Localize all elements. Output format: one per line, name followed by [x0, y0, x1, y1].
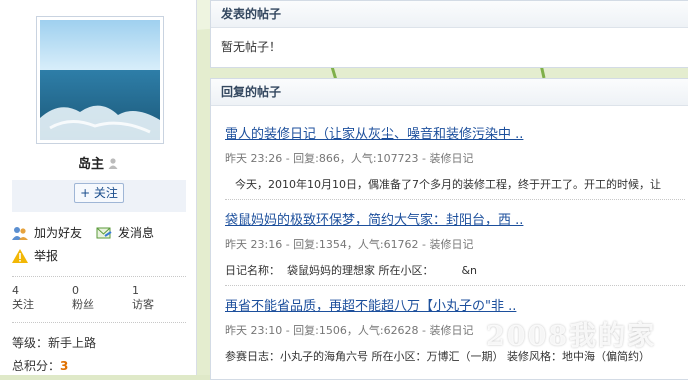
total-score: 总积分：3 — [12, 357, 68, 374]
list-item: 袋鼠妈妈的极致环保梦，简约大气家：封阳台，西 .. 昨天 23:16 - 回复:… — [225, 209, 688, 278]
report-label: 举报 — [34, 249, 59, 263]
stat-value: 0 — [72, 284, 79, 297]
post-excerpt: 日记名称： 袋鼠妈妈的理想家 所在小区： &n — [225, 264, 478, 277]
add-friend-link[interactable]: 加为好友 — [12, 224, 82, 241]
stat-label: 关注 — [12, 298, 34, 311]
posted-threads-heading: 发表的帖子 — [211, 1, 688, 28]
add-friend-icon — [12, 227, 28, 240]
divider — [12, 276, 186, 277]
post-title-link[interactable]: 袋鼠妈妈的极致环保梦，简约大气家：封阳台，西 .. — [225, 209, 688, 228]
score-label: 总积分： — [12, 359, 61, 373]
send-message-label: 发消息 — [118, 226, 155, 240]
stat-label: 粉丝 — [72, 298, 94, 311]
divider — [12, 322, 186, 323]
site-watermark: 2008我的家 — [486, 321, 657, 352]
divider — [225, 199, 685, 200]
stat-value: 4 — [12, 284, 19, 297]
user-level: 等级：新手上路 — [12, 336, 97, 350]
follow-area: + 关注 — [12, 180, 186, 212]
username-row: 岛主 — [0, 153, 196, 172]
add-friend-label: 加为好友 — [34, 226, 83, 240]
post-excerpt: 今天，2010年10月10日，偶准备了7个多月的装修工程，终于开工了。开工的时候… — [235, 178, 661, 191]
score-value: 3 — [60, 359, 69, 373]
posted-threads-panel: 发表的帖子 暂无帖子！ — [210, 0, 688, 68]
stat-fans[interactable]: 0 粉丝 — [72, 284, 132, 312]
avatar[interactable] — [40, 20, 160, 140]
divider — [225, 285, 685, 286]
warning-icon — [12, 249, 28, 263]
empty-posts-text: 暂无帖子！ — [221, 40, 282, 54]
report-link[interactable]: 举报 — [12, 247, 58, 264]
avatar-frame — [36, 16, 164, 144]
post-meta: 昨天 23:16 - 回复:1354，人气:61762 - 装修日记 — [225, 238, 474, 251]
send-message-link[interactable]: 发消息 — [96, 224, 154, 241]
message-icon — [96, 227, 112, 239]
list-item: 雷人的装修日记（让家从灰尘、噪音和装修污染中 .. 昨天 23:26 - 回复:… — [225, 123, 688, 192]
stat-value: 1 — [132, 284, 139, 297]
stat-following[interactable]: 4 关注 — [12, 284, 72, 312]
profile-sidebar: 岛主 + 关注 加为好友 发消息 举报 4 关注 0 粉丝 1 访客 等级：新手… — [0, 0, 197, 375]
post-meta: 昨天 23:26 - 回复:866，人气:107723 - 装修日记 — [225, 152, 474, 165]
follow-button[interactable]: + 关注 — [74, 183, 124, 203]
username: 岛主 — [77, 157, 104, 172]
stat-label: 访客 — [132, 298, 154, 311]
replied-threads-heading: 回复的帖子 — [211, 79, 688, 106]
post-title-link[interactable]: 雷人的装修日记（让家从灰尘、噪音和装修污染中 .. — [225, 123, 688, 142]
user-icon — [108, 158, 118, 169]
stat-visitors[interactable]: 1 访客 — [132, 284, 192, 312]
post-title-link[interactable]: 再省不能省品质，再超不能超八万【小丸子の"非 .. — [225, 295, 688, 314]
